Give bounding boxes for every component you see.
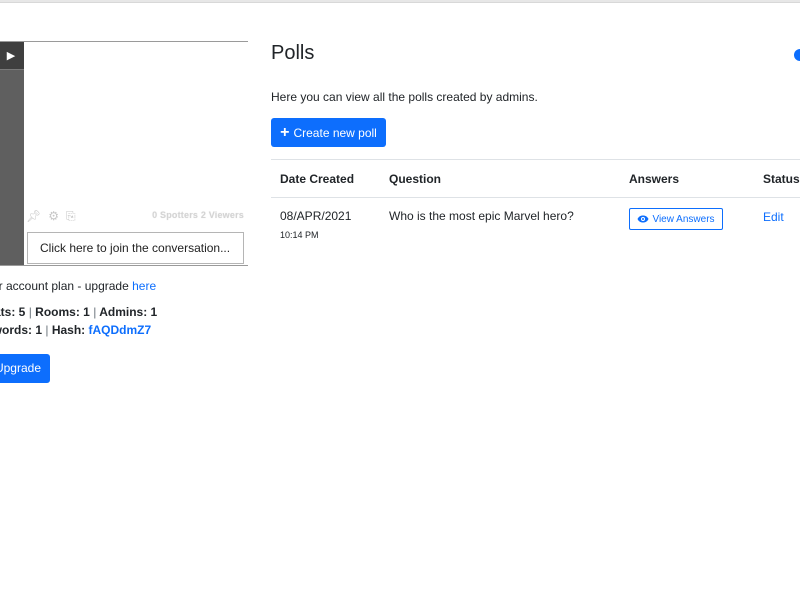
widget-toolbar: 📌︎ ⚙ ⎘ xyxy=(26,208,76,224)
poll-question: Who is the most epic Marvel hero? xyxy=(389,209,574,223)
account-plan-line: ur account plan - upgrade here xyxy=(0,279,156,293)
header-date-created[interactable]: Date Created xyxy=(280,172,354,186)
table-header: Date Created Question Answers Status xyxy=(271,160,800,198)
header-question[interactable]: Question xyxy=(389,172,441,186)
create-poll-label: Create new poll xyxy=(293,125,377,140)
account-stats: ats: 5 | Rooms: 1 | Admins: 1 xyxy=(0,305,157,319)
polls-table: Date Created Question Answers Status 08/… xyxy=(271,159,800,248)
hash-value: fAQDdmZ7 xyxy=(88,323,152,337)
clipboard-icon[interactable]: ⎘ xyxy=(66,209,76,223)
plan-text: ur account plan - upgrade xyxy=(0,279,133,293)
poll-date: 08/APR/2021 xyxy=(280,209,352,223)
separator: | xyxy=(28,305,32,319)
rooms-count: Rooms: 1 xyxy=(35,305,90,319)
table-row: 08/APR/2021 10:14 PM Who is the most epi… xyxy=(271,198,800,248)
pin-icon[interactable]: 📌︎ xyxy=(26,209,41,223)
widget-stats: 0 Spotters 2 Viewers xyxy=(152,210,244,220)
account-keywords: ywords: 1 | Hash: fAQDdmZ7 xyxy=(0,323,151,337)
gear-icon[interactable]: ⚙ xyxy=(48,209,59,223)
view-answers-label: View Answers xyxy=(652,213,715,225)
poll-time: 10:14 PM xyxy=(280,230,319,240)
separator: | xyxy=(45,323,49,337)
play-icon[interactable]: ▶ xyxy=(0,42,24,70)
page-description: Here you can view all the polls created … xyxy=(271,90,538,104)
eye-icon xyxy=(637,215,649,223)
upgrade-button[interactable]: Upgrade xyxy=(0,354,50,383)
view-answers-button[interactable]: View Answers xyxy=(629,208,723,230)
keywords-count: ywords: 1 xyxy=(0,323,43,337)
upgrade-here-link[interactable]: here xyxy=(132,279,156,293)
join-conversation-input[interactable]: Click here to join the conversation... xyxy=(27,232,244,264)
admins-count: Admins: 1 xyxy=(99,305,158,319)
widget-sidebar: ▶ xyxy=(0,42,24,265)
header-status[interactable]: Status xyxy=(763,172,800,186)
plus-icon: + xyxy=(280,123,290,141)
help-icon[interactable] xyxy=(794,49,800,61)
separator: | xyxy=(93,305,97,319)
edit-link[interactable]: Edit xyxy=(763,210,784,224)
top-border xyxy=(0,0,800,3)
chat-widget: ▶ 📌︎ ⚙ ⎘ 0 Spotters 2 Viewers Click here… xyxy=(0,41,248,266)
chats-count: ats: 5 xyxy=(0,305,26,319)
header-answers[interactable]: Answers xyxy=(629,172,679,186)
page-title: Polls xyxy=(271,42,315,64)
hash-label: Hash: xyxy=(51,323,86,337)
create-poll-button[interactable]: + Create new poll xyxy=(271,118,386,147)
